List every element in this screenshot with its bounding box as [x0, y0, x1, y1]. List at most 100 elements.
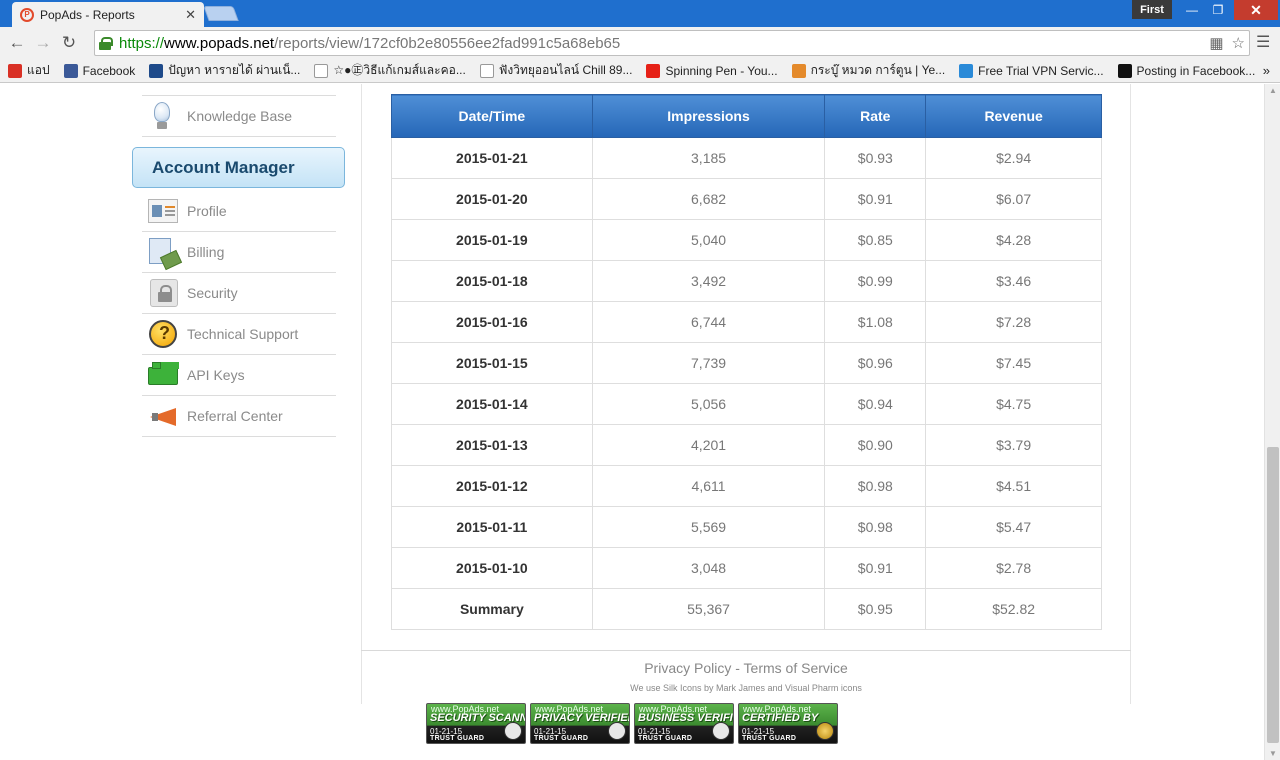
lock-icon: [146, 277, 178, 309]
table-row: 2015-01-15 7,739 $0.96 $7.45: [391, 342, 1102, 384]
column-header-date[interactable]: Date/Time: [391, 94, 593, 138]
window-close-icon[interactable]: ✕: [1234, 0, 1278, 20]
forward-arrow-icon[interactable]: →: [30, 30, 56, 56]
date-cell: 2015-01-21: [391, 137, 593, 179]
date-cell: 2015-01-15: [391, 342, 593, 384]
sidebar-item-technical-support[interactable]: Technical Support: [142, 314, 336, 355]
sidebar-item-label: Profile: [187, 203, 227, 219]
column-header-revenue[interactable]: Revenue: [925, 94, 1102, 138]
scroll-up-icon[interactable]: ▲: [1269, 86, 1277, 95]
revenue-cell: $6.07: [925, 178, 1102, 220]
trust-guard-badge[interactable]: www.PopAds.netSECURITY SCANNED01-21-15TR…: [426, 703, 526, 744]
popads-favicon-icon: P: [20, 7, 34, 22]
trust-guard-badge[interactable]: www.PopAds.netBUSINESS VERIFIED01-21-15T…: [634, 703, 734, 744]
bookmarks-bar: แอป Facebook ปัญหา หารายได้ ผ่านเน็... ☆●㊣ว…: [0, 59, 1280, 83]
url-text: https://www.popads.net/reports/view/172c…: [119, 34, 621, 52]
bookmark-item[interactable]: กระบู๊ หมวด การ์ตูน | Ye...: [791, 61, 945, 80]
bookmark-item[interactable]: Free Trial VPN Servic...: [959, 63, 1104, 78]
bookmark-item[interactable]: ☆●㊣วิธีแก้เกมส์และคอ...: [314, 61, 466, 80]
page-icon: [479, 63, 494, 78]
revenue-cell: $52.82: [925, 588, 1102, 630]
restore-icon[interactable]: ❐: [1204, 0, 1232, 20]
badge-seal-icon: [504, 722, 522, 740]
rate-cell: $0.85: [824, 219, 927, 261]
reload-icon[interactable]: ↻: [56, 30, 82, 56]
table-header-row: Date/Time Impressions Rate Revenue: [391, 94, 1102, 138]
support-icon: [146, 318, 178, 350]
bookmark-item[interactable]: ฟังวิทยุออนไลน์ Chill 89...: [479, 61, 633, 80]
trust-guard-badge[interactable]: www.PopAds.net PRIVACY VERIFIED 01-21-15 TR…: [530, 703, 630, 744]
date-cell: Summary: [391, 588, 593, 630]
rate-cell: $0.98: [824, 506, 927, 548]
bookmark-item[interactable]: แอป: [8, 61, 50, 80]
trust-guard-badge[interactable]: www.PopAds.net CERTIFIED BY 01-21-15 TRUST …: [738, 703, 838, 744]
bookmark-label: ฟังวิทยุออนไลน์ Chill 89...: [498, 63, 633, 77]
tab-close-icon[interactable]: ✕: [185, 7, 196, 23]
new-tab-button[interactable]: [203, 6, 239, 21]
impressions-cell: 6,744: [591, 301, 826, 343]
scroll-down-icon[interactable]: ▼: [1269, 749, 1277, 758]
sidebar-item-api-keys[interactable]: API Keys: [142, 355, 336, 396]
column-header-rate[interactable]: Rate: [824, 94, 927, 138]
sidebar-item-knowledge-base[interactable]: Knowledge Base: [142, 96, 336, 137]
bookmark-item[interactable]: ปัญหา หารายได้ ผ่านเน็...: [149, 61, 300, 80]
column-header-impressions[interactable]: Impressions: [591, 94, 826, 138]
browser-toolbar: ← → ↻ https://www.popads.net/reports/vie…: [0, 27, 1280, 59]
sidebar-item-partial[interactable]: [142, 84, 336, 96]
back-arrow-icon[interactable]: ←: [4, 30, 30, 56]
site-icon: [149, 63, 164, 78]
sidebar-item-referral-center[interactable]: Referral Center: [142, 396, 336, 437]
badge-title-text: CERTIFIED BY: [742, 712, 819, 724]
impressions-cell: 4,611: [591, 465, 826, 507]
rate-cell: $0.98: [824, 465, 927, 507]
vpn-icon: [959, 63, 974, 78]
lightbulb-icon: [146, 100, 178, 132]
revenue-cell: $7.28: [925, 301, 1102, 343]
impressions-cell: 5,040: [591, 219, 826, 261]
account-manager-title: Account Manager: [152, 157, 295, 177]
rate-cell: $0.90: [824, 424, 927, 466]
secure-lock-icon: [99, 36, 113, 50]
scrollbar-thumb[interactable]: [1267, 447, 1279, 743]
privacy-policy-link[interactable]: Privacy Policy: [644, 660, 731, 676]
impressions-cell: 7,739: [591, 342, 826, 384]
id-card-icon: [146, 195, 178, 227]
bookmark-item[interactable]: Facebook: [63, 63, 135, 78]
date-cell: 2015-01-14: [391, 383, 593, 425]
account-manager-header: Account Manager: [132, 147, 345, 188]
rate-cell: $0.91: [824, 178, 927, 220]
terms-of-service-link[interactable]: Terms of Service: [744, 660, 848, 676]
translate-icon[interactable]: ▦: [1209, 34, 1223, 52]
facebook-icon: [63, 63, 78, 78]
billing-icon: [146, 236, 178, 268]
tab-popads-reports[interactable]: P PopAds - Reports ✕: [12, 2, 204, 27]
bookmark-item[interactable]: Posting in Facebook...: [1117, 63, 1255, 78]
revenue-cell: $3.46: [925, 260, 1102, 302]
page-icon: [314, 63, 329, 78]
sidebar-item-label: Technical Support: [187, 326, 299, 342]
bookmark-star-icon[interactable]: ☆: [1232, 34, 1245, 52]
chrome-menu-icon[interactable]: ☰: [1256, 32, 1272, 52]
revenue-cell: $2.78: [925, 547, 1102, 589]
date-cell: 2015-01-20: [391, 178, 593, 220]
profile-button[interactable]: First: [1132, 0, 1172, 19]
vertical-scrollbar[interactable]: ▲ ▼: [1264, 84, 1280, 760]
sidebar-item-label: Knowledge Base: [187, 108, 293, 124]
table-row: 2015-01-18 3,492 $0.99 $3.46: [391, 260, 1102, 302]
sidebar-item-profile[interactable]: Profile: [142, 191, 336, 232]
sidebar-item-label: Billing: [187, 244, 225, 260]
date-cell: 2015-01-11: [391, 506, 593, 548]
minimize-icon[interactable]: —: [1178, 0, 1206, 20]
sidebar-item-billing[interactable]: Billing: [142, 232, 336, 273]
address-bar[interactable]: https://www.popads.net/reports/view/172c…: [94, 30, 1250, 56]
impressions-cell: 55,367: [591, 588, 826, 630]
bookmark-item[interactable]: Spinning Pen - You...: [646, 63, 778, 78]
bookmarks-overflow-icon[interactable]: »: [1263, 63, 1270, 78]
sidebar-item-security[interactable]: Security: [142, 273, 336, 314]
megaphone-icon: [146, 400, 178, 432]
badge-seal-icon: [816, 722, 834, 740]
badge-guard-text: TRUST GUARD: [742, 735, 797, 742]
footer-divider: [361, 650, 1131, 651]
bookmark-label: Spinning Pen - You...: [665, 63, 778, 78]
impressions-cell: 6,682: [591, 178, 826, 220]
